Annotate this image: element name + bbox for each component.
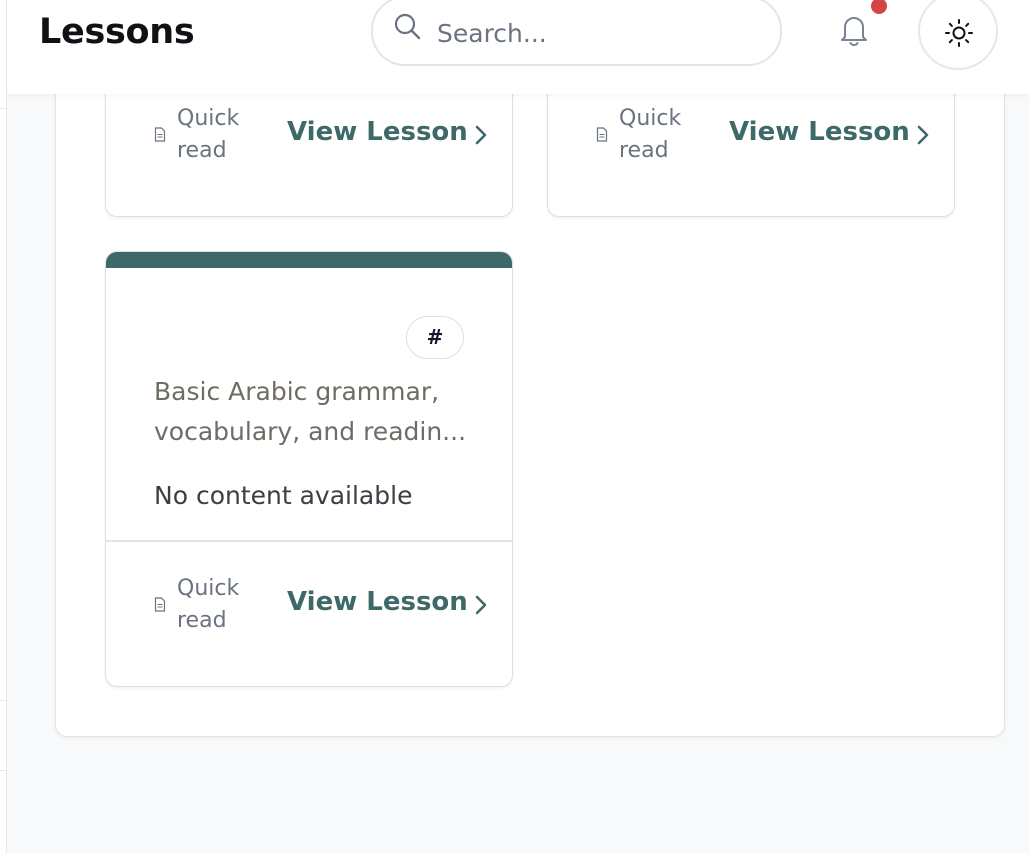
sidebar-divider xyxy=(0,108,7,109)
card-accent-bar xyxy=(106,252,512,268)
chevron-right-icon[interactable] xyxy=(474,594,488,616)
lesson-card-footer: Quick read View Lesson xyxy=(548,101,954,171)
chevron-right-icon[interactable] xyxy=(474,124,488,146)
search-box[interactable] xyxy=(371,0,782,66)
search-icon xyxy=(394,13,421,40)
search-input[interactable] xyxy=(437,14,757,52)
view-lesson-link[interactable]: View Lesson xyxy=(287,117,468,147)
document-icon xyxy=(596,127,608,142)
reading-time-label: Quick read xyxy=(177,576,240,633)
lesson-card-footer: Quick read View Lesson xyxy=(106,571,512,641)
lesson-card[interactable]: # Basic Arabic grammar, vocabulary, and … xyxy=(105,251,513,687)
notification-badge xyxy=(871,0,887,14)
document-icon xyxy=(154,127,166,142)
chevron-right-icon[interactable] xyxy=(916,124,930,146)
content-status: No content available xyxy=(154,481,413,510)
theme-toggle-button[interactable] xyxy=(918,0,998,70)
card-divider xyxy=(106,540,512,542)
sidebar-divider xyxy=(0,770,7,771)
sidebar-edge xyxy=(0,0,7,853)
sun-icon xyxy=(945,19,973,47)
reading-time-label: Quick read xyxy=(619,106,682,163)
top-bar: Lessons xyxy=(7,0,1029,94)
lesson-description: Basic Arabic grammar, vocabulary, and re… xyxy=(154,377,467,446)
view-lesson-link[interactable]: View Lesson xyxy=(729,117,910,147)
document-icon xyxy=(154,597,166,612)
sidebar-divider xyxy=(0,700,7,701)
bell-icon[interactable] xyxy=(839,13,869,47)
reading-time-label: Quick read xyxy=(177,106,240,163)
page-title: Lessons xyxy=(39,12,195,52)
lesson-tag-badge: # xyxy=(406,316,464,359)
view-lesson-link[interactable]: View Lesson xyxy=(287,587,468,617)
lesson-card-footer: Quick read View Lesson xyxy=(106,101,512,171)
